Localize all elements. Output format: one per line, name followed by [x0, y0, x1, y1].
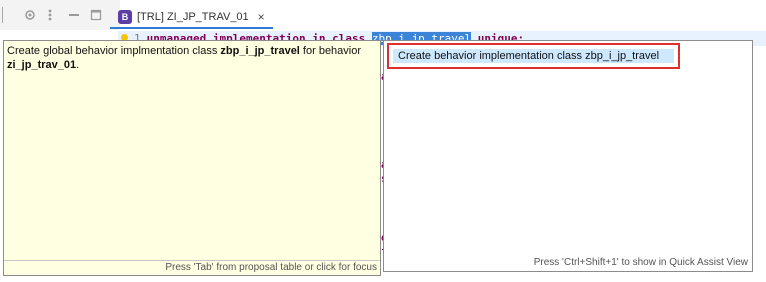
quick-fix-proposals-popup[interactable]: Create behavior implementation class zbp… [383, 40, 753, 272]
description-text: for behavior [299, 45, 362, 57]
detail-footer-hint: Press 'Tab' from proposal table or click… [4, 260, 380, 275]
description-behavior-name: zi_jp_trav_01 [7, 59, 77, 71]
description-class-name: zbp_i_jp_travel [220, 45, 300, 57]
view-menu-icon[interactable] [42, 7, 58, 23]
close-icon[interactable]: × [258, 10, 265, 24]
maximize-icon[interactable] [88, 7, 104, 23]
editor-tab[interactable]: B [TRL] ZI_JP_TRAV_01 × [110, 5, 273, 29]
description-text: . [76, 59, 80, 71]
proposals-footer-hint: Press 'Ctrl+Shift+1' to show in Quick As… [533, 257, 748, 268]
description-text: Create global behavior implmentation cla… [7, 45, 221, 57]
proposal-item[interactable]: Create behavior implementation class zbp… [387, 43, 680, 69]
toolbar-separator [2, 7, 3, 23]
pin-icon[interactable] [22, 7, 38, 23]
tab-active-indicator [110, 27, 273, 29]
toolbar [0, 0, 120, 30]
tab-title: [TRL] ZI_JP_TRAV_01 [137, 11, 249, 23]
behavior-definition-icon: B [118, 10, 132, 24]
proposal-detail-popup[interactable]: Create global behavior implmentation cla… [3, 40, 381, 276]
proposal-item-label[interactable]: Create behavior implementation class zbp… [393, 49, 674, 63]
proposal-description: Create global behavior implmentation cla… [7, 44, 377, 72]
minimize-icon[interactable] [66, 7, 82, 23]
